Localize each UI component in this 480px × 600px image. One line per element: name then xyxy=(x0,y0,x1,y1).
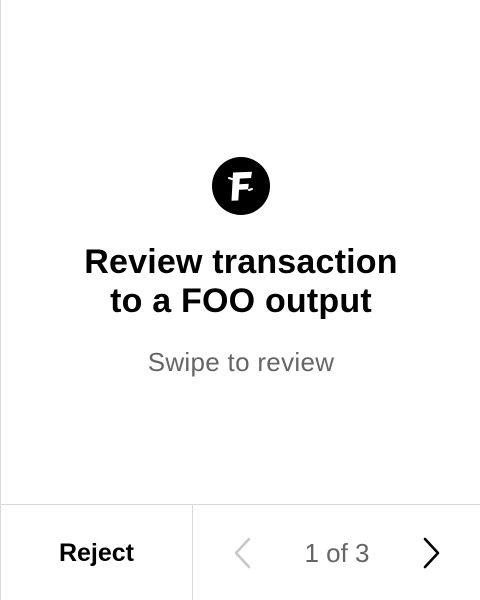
previous-button[interactable] xyxy=(223,533,263,573)
reject-button[interactable]: Reject xyxy=(1,505,193,600)
page-title-line-2: to a FOO output xyxy=(110,282,372,320)
next-button[interactable] xyxy=(411,533,451,573)
action-footer: Reject 1 of 3 xyxy=(1,504,480,600)
page-title: Review transaction to a FOO output xyxy=(21,243,461,321)
chevron-right-icon xyxy=(423,537,440,569)
review-intro-content[interactable]: Review transaction to a FOO output Swipe… xyxy=(1,0,480,504)
chevron-left-icon xyxy=(234,537,251,569)
page-indicator: 1 of 3 xyxy=(304,537,370,568)
page-title-line-1: Review transaction xyxy=(84,243,398,281)
review-screen: Review transaction to a FOO output Swipe… xyxy=(0,0,480,600)
pagination: 1 of 3 xyxy=(193,505,480,600)
swipe-hint: Swipe to review xyxy=(147,347,335,377)
foo-coin-icon xyxy=(212,157,270,215)
